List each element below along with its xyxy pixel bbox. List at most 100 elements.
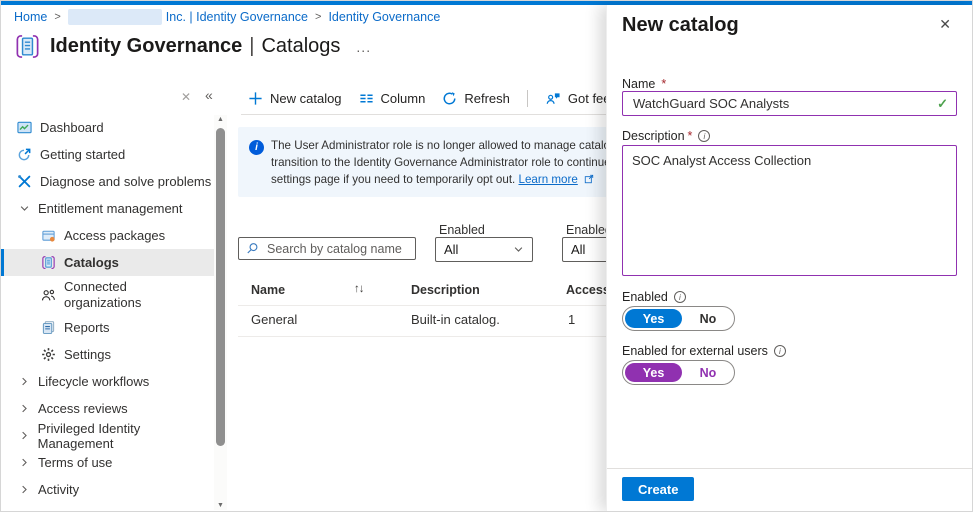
refresh-button[interactable]: Refresh [442,91,510,106]
access-packages-icon [40,228,56,244]
sidebar-search-clear-icon[interactable]: ✕ [181,90,191,104]
column-header-name[interactable]: Name [251,283,285,297]
connected-organizations-icon [40,287,56,303]
page-header: Identity Governance | Catalogs ... [14,33,371,60]
sidebar-group-lifecycle-workflows[interactable]: Lifecycle workflows [1,368,214,395]
sidebar-group-entitlement-management[interactable]: Entitlement management [1,195,214,222]
cell-catalog-access: 1 [568,312,575,327]
sidebar-item-label: Getting started [40,147,125,162]
sidebar-item-label: Access reviews [38,401,128,416]
enabled-toggle[interactable]: Yes No [622,306,735,331]
sidebar-item-label: Access packages [64,228,165,243]
sidebar-item-getting-started[interactable]: Getting started [1,141,214,168]
chevron-right-icon [19,457,31,468]
banner-line-3: settings page if you need to temporarily… [271,171,656,188]
refresh-icon [442,91,457,106]
sort-icon[interactable]: ↑↓ [354,283,364,295]
create-button[interactable]: Create [622,477,694,501]
name-field-label: Name * [622,77,666,91]
sidebar-menu: Dashboard Getting started Diagnose and s… [1,114,214,503]
refresh-label: Refresh [464,91,510,106]
description-textarea[interactable]: SOC Analyst Access Collection [622,145,957,276]
sidebar-group-access-reviews[interactable]: Access reviews [1,395,214,422]
required-asterisk: * [661,77,666,91]
sidebar-collapse-icon[interactable]: « [205,87,213,103]
column-header-description[interactable]: Description [411,283,480,297]
sidebar-item-label: Terms of use [38,455,112,470]
external-users-field-label: Enabled for external users i [622,344,786,358]
chevron-right-icon [19,484,31,495]
description-label-text: Description [622,129,685,143]
sidebar-item-access-packages[interactable]: Access packages [1,222,214,249]
sidebar-group-terms-of-use[interactable]: Terms of use [1,449,214,476]
more-actions-button[interactable]: ... [356,39,371,55]
breadcrumb-separator: > [54,11,60,23]
new-catalog-button[interactable]: New catalog [248,91,342,106]
sidebar-item-label: Diagnose and solve problems [40,174,211,189]
breadcrumb-tenant-label: Inc. | Identity Governance [166,10,308,24]
sidebar-item-connected-organizations[interactable]: Connected organizations [1,276,214,314]
description-field-label: Description* i [622,129,710,143]
sidebar-item-settings[interactable]: Settings [1,341,214,368]
enabled-field-label: Enabled i [622,290,686,304]
banner-line-2: transition to the Identity Governance Ad… [271,154,656,171]
banner-line-1: The User Administrator role is no longer… [271,137,656,154]
search-icon [246,242,259,255]
column-header-access[interactable]: Access [566,283,610,297]
sidebar-scrollbar[interactable]: ▲ ▼ [214,115,227,510]
page-title: Identity Governance [50,35,242,58]
chevron-right-icon [19,403,31,414]
sidebar-item-diagnose[interactable]: Diagnose and solve problems [1,168,214,195]
catalogs-icon [40,255,56,271]
gear-icon [40,347,56,363]
new-catalog-panel: New catalog ✕ Name* ✓ Description* i SOC… [606,5,973,511]
name-input[interactable] [631,95,937,112]
scrollbar-up-arrow-icon[interactable]: ▲ [214,116,227,123]
search-input[interactable] [265,241,408,257]
toggle-no-option[interactable]: No [682,312,734,326]
chevron-right-icon [19,430,31,441]
enabled-filter-value-2: All [571,242,585,257]
toggle-no-option[interactable]: No [682,366,734,380]
sidebar-item-dashboard[interactable]: Dashboard [1,114,214,141]
info-icon[interactable]: i [774,345,786,357]
column-button[interactable]: Column [359,91,426,106]
toggle-yes-option[interactable]: Yes [625,309,682,328]
info-icon[interactable]: i [674,291,686,303]
chevron-down-icon [19,203,31,214]
sidebar-group-privileged-identity-management[interactable]: Privileged Identity Management [1,422,214,449]
plus-icon [248,91,263,106]
cell-catalog-name[interactable]: General [251,312,297,327]
sidebar-item-catalogs[interactable]: Catalogs [1,249,214,276]
sidebar-item-label: Lifecycle workflows [38,374,149,389]
breadcrumb-current[interactable]: Identity Governance [328,10,440,24]
chevron-right-icon [19,376,31,387]
info-banner: i The User Administrator role is no long… [238,127,658,197]
enabled-filter-dropdown[interactable]: All [435,237,533,262]
banner-line-3-text: settings page if you need to temporarily… [271,173,515,186]
sidebar-item-reports[interactable]: Reports [1,314,214,341]
toolbar-divider [527,90,528,107]
scrollbar-down-arrow-icon[interactable]: ▼ [214,502,227,509]
scrollbar-thumb[interactable] [216,128,225,446]
redacted-tenant-name [68,9,162,25]
breadcrumb-home[interactable]: Home [14,10,47,24]
enabled-filter-value: All [444,242,458,257]
close-icon[interactable]: ✕ [939,16,951,33]
external-users-toggle[interactable]: Yes No [622,360,735,385]
name-label-text: Name [622,77,655,91]
info-icon[interactable]: i [698,130,710,142]
learn-more-link[interactable]: Learn more [519,173,578,186]
sidebar-item-label: Entitlement management [38,201,183,216]
panel-footer-divider [607,468,973,469]
name-field: ✓ [622,91,957,116]
catalog-search-box [238,237,416,260]
breadcrumb: Home > Inc. | Identity Governance > Iden… [14,9,440,25]
cell-catalog-description: Built-in catalog. [411,312,500,327]
info-icon: i [249,140,264,155]
enabled-filter-label-2: Enabled [566,223,612,237]
breadcrumb-tenant[interactable]: Inc. | Identity Governance [68,9,308,25]
chevron-down-icon [513,244,524,255]
toggle-yes-option[interactable]: Yes [625,363,682,382]
sidebar-group-activity[interactable]: Activity [1,476,214,503]
